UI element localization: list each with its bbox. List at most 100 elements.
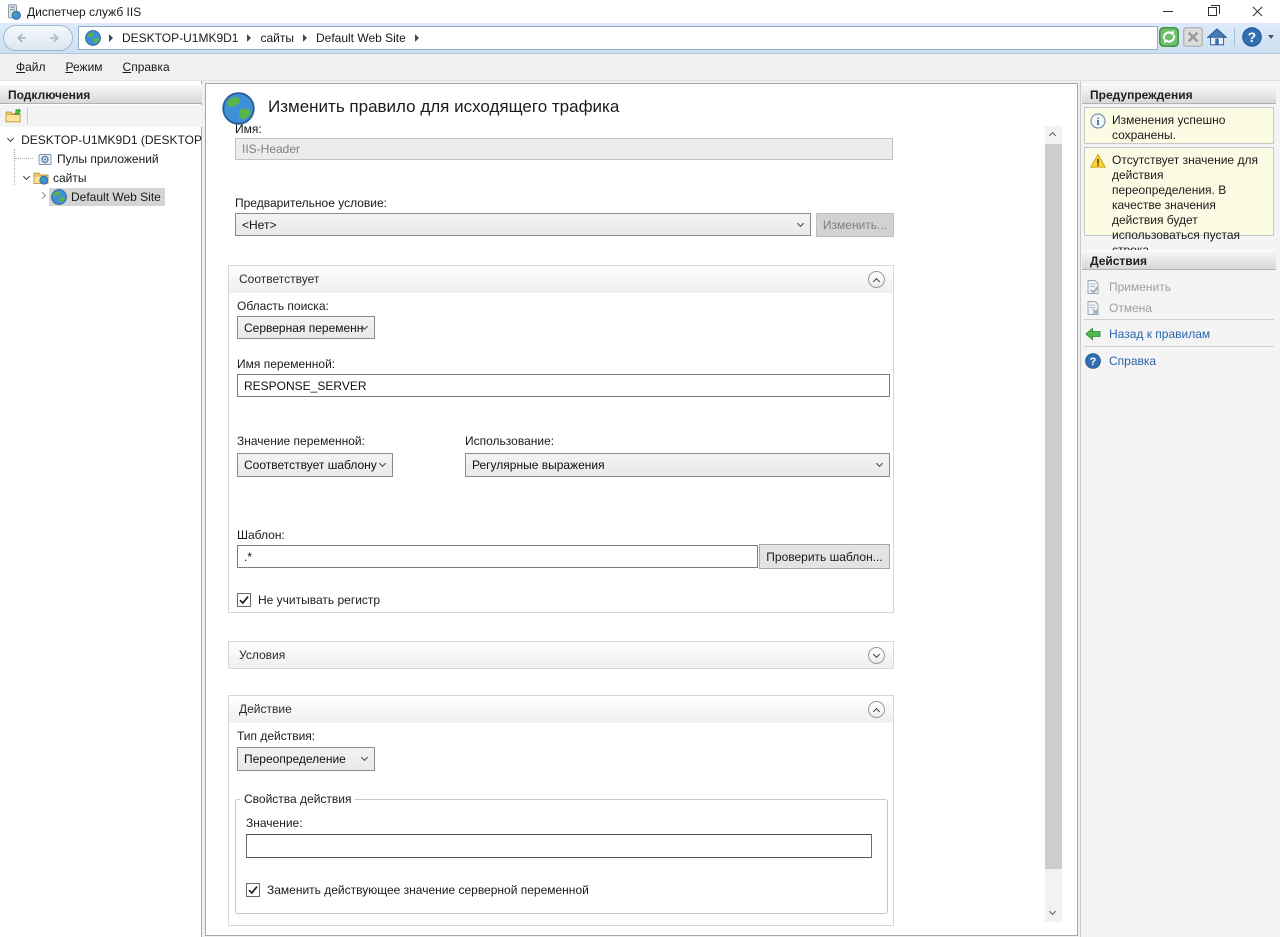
ignore-case-label: Не учитывать регистр xyxy=(258,593,380,607)
save-connection-icon[interactable] xyxy=(5,108,21,124)
restore-button[interactable] xyxy=(1190,0,1235,23)
globe-icon xyxy=(85,30,101,46)
apply-icon xyxy=(1085,279,1101,295)
variable-name-input[interactable] xyxy=(237,374,890,397)
action-properties-legend: Свойства действия xyxy=(240,792,355,806)
test-pattern-button[interactable]: Проверить шаблон... xyxy=(759,544,890,569)
info-icon xyxy=(1090,113,1106,129)
help-icon xyxy=(1085,353,1101,369)
variable-value-select[interactable]: Соответствует шаблону xyxy=(237,453,393,477)
name-input xyxy=(235,138,893,160)
page-globe-icon xyxy=(222,92,255,125)
collapse-section-button[interactable] xyxy=(868,701,885,718)
home-icon[interactable] xyxy=(1207,27,1227,47)
tree-item-server[interactable]: DESKTOP-U1MK9D1 (DESKTOP xyxy=(0,130,202,149)
breadcrumb-site[interactable]: Default Web Site xyxy=(315,29,407,47)
breadcrumb-server[interactable]: DESKTOP-U1MK9D1 xyxy=(121,29,239,47)
using-select[interactable]: Регулярные выражения xyxy=(465,453,890,477)
scrollbar-thumb[interactable] xyxy=(1045,144,1062,869)
back-icon[interactable] xyxy=(14,31,28,45)
help-link[interactable]: Справка xyxy=(1085,351,1156,371)
scroll-up-button[interactable] xyxy=(1045,126,1062,143)
warnings-header: Предупреждения xyxy=(1082,84,1276,104)
help-dropdown-icon[interactable] xyxy=(1268,35,1274,39)
chevron-down-icon xyxy=(379,460,386,467)
app-icon xyxy=(5,4,21,20)
chevron-down-icon xyxy=(797,219,804,226)
forward-icon[interactable] xyxy=(48,31,62,45)
warning-alert: Отсутствует значение для действия переоп… xyxy=(1084,147,1274,236)
refresh-icon[interactable] xyxy=(1159,27,1179,47)
minimize-icon xyxy=(1163,11,1173,12)
scroll-down-button[interactable] xyxy=(1045,905,1062,922)
separator xyxy=(1084,346,1274,347)
menu-view[interactable]: Режим xyxy=(56,55,113,79)
variable-value-label: Значение переменной: xyxy=(237,434,365,448)
scope-select[interactable]: Серверная переменн xyxy=(237,316,375,339)
precondition-select[interactable]: <Нет> xyxy=(235,213,811,236)
expand-icon[interactable] xyxy=(37,191,49,203)
using-value: Регулярные выражения xyxy=(472,458,605,472)
help-label: Справка xyxy=(1109,354,1156,368)
tree-item-app-pools[interactable]: Пулы приложений xyxy=(0,149,202,168)
tree-item-label: Default Web Site xyxy=(71,190,161,204)
replace-checkrow: Заменить действующее значение серверной … xyxy=(246,883,589,897)
back-arrow-icon xyxy=(1085,326,1101,342)
menu-file[interactable]: Файл xyxy=(6,55,56,79)
expand-section-button[interactable] xyxy=(868,647,885,664)
selected-tree-item[interactable]: Default Web Site xyxy=(49,188,165,206)
right-panel: Предупреждения Изменения успешно сохране… xyxy=(1080,81,1280,937)
scope-label: Область поиска: xyxy=(237,299,329,313)
cancel-label: Отмена xyxy=(1109,301,1152,315)
replace-checkbox[interactable] xyxy=(246,883,260,897)
stop-icon[interactable] xyxy=(1183,27,1203,47)
apply-action: Применить xyxy=(1085,277,1171,297)
menu-help[interactable]: Справка xyxy=(113,55,180,79)
using-label: Использование: xyxy=(465,434,554,448)
conditions-section-header[interactable]: Условия xyxy=(229,642,893,668)
breadcrumb-sites[interactable]: сайты xyxy=(259,29,295,47)
nav-back-forward xyxy=(3,25,73,51)
tree-item-default-web-site[interactable]: Default Web Site xyxy=(0,187,202,206)
menu-bar: Файл Режим Справка xyxy=(0,54,1280,81)
back-to-rules-label: Назад к правилам xyxy=(1109,327,1210,341)
breadcrumb[interactable]: DESKTOP-U1MK9D1 сайты Default Web Site xyxy=(78,26,1158,50)
help-icon[interactable] xyxy=(1242,27,1262,47)
main-content: Изменить правило для исходящего трафика … xyxy=(205,83,1078,936)
chevron-down-icon xyxy=(876,460,883,467)
variable-name-label: Имя переменной: xyxy=(237,357,335,371)
match-section: Соответствует Область поиска: Серверная … xyxy=(228,265,894,613)
chevron-down-icon xyxy=(361,754,368,761)
sites-folder-icon xyxy=(33,170,49,186)
action-section-header[interactable]: Действие xyxy=(229,696,893,723)
apply-label: Применить xyxy=(1109,280,1171,294)
back-to-rules-link[interactable]: Назад к правилам xyxy=(1085,324,1210,344)
app-pools-icon xyxy=(37,151,53,167)
scope-value: Серверная переменн xyxy=(244,321,363,335)
restore-icon xyxy=(1208,7,1217,16)
minimize-button[interactable] xyxy=(1145,0,1190,23)
tree-item-label: DESKTOP-U1MK9D1 (DESKTOP xyxy=(21,133,202,147)
collapse-section-button[interactable] xyxy=(868,271,885,288)
pattern-label: Шаблон: xyxy=(237,528,285,542)
action-type-label: Тип действия: xyxy=(237,729,315,743)
collapse-icon[interactable] xyxy=(5,134,17,146)
action-type-select[interactable]: Переопределение xyxy=(237,747,375,771)
match-section-header[interactable]: Соответствует xyxy=(229,266,893,293)
info-alert: Изменения успешно сохранены. xyxy=(1084,107,1274,144)
tree-item-sites[interactable]: сайты xyxy=(0,168,202,187)
value-label: Значение: xyxy=(246,816,303,830)
pattern-input[interactable] xyxy=(237,545,758,568)
check-icon xyxy=(238,594,250,606)
value-input[interactable] xyxy=(246,834,872,858)
vertical-scrollbar[interactable] xyxy=(1045,126,1062,922)
collapse-icon[interactable] xyxy=(21,172,33,184)
separator xyxy=(1234,28,1235,46)
close-button[interactable] xyxy=(1235,0,1280,23)
ignore-case-checkrow: Не учитывать регистр xyxy=(237,593,380,607)
replace-label: Заменить действующее значение серверной … xyxy=(267,883,589,897)
ignore-case-checkbox[interactable] xyxy=(237,593,251,607)
warning-alert-text: Отсутствует значение для действия переоп… xyxy=(1112,153,1269,230)
info-alert-text: Изменения успешно сохранены. xyxy=(1112,113,1269,138)
precondition-label: Предварительное условие: xyxy=(235,196,387,210)
